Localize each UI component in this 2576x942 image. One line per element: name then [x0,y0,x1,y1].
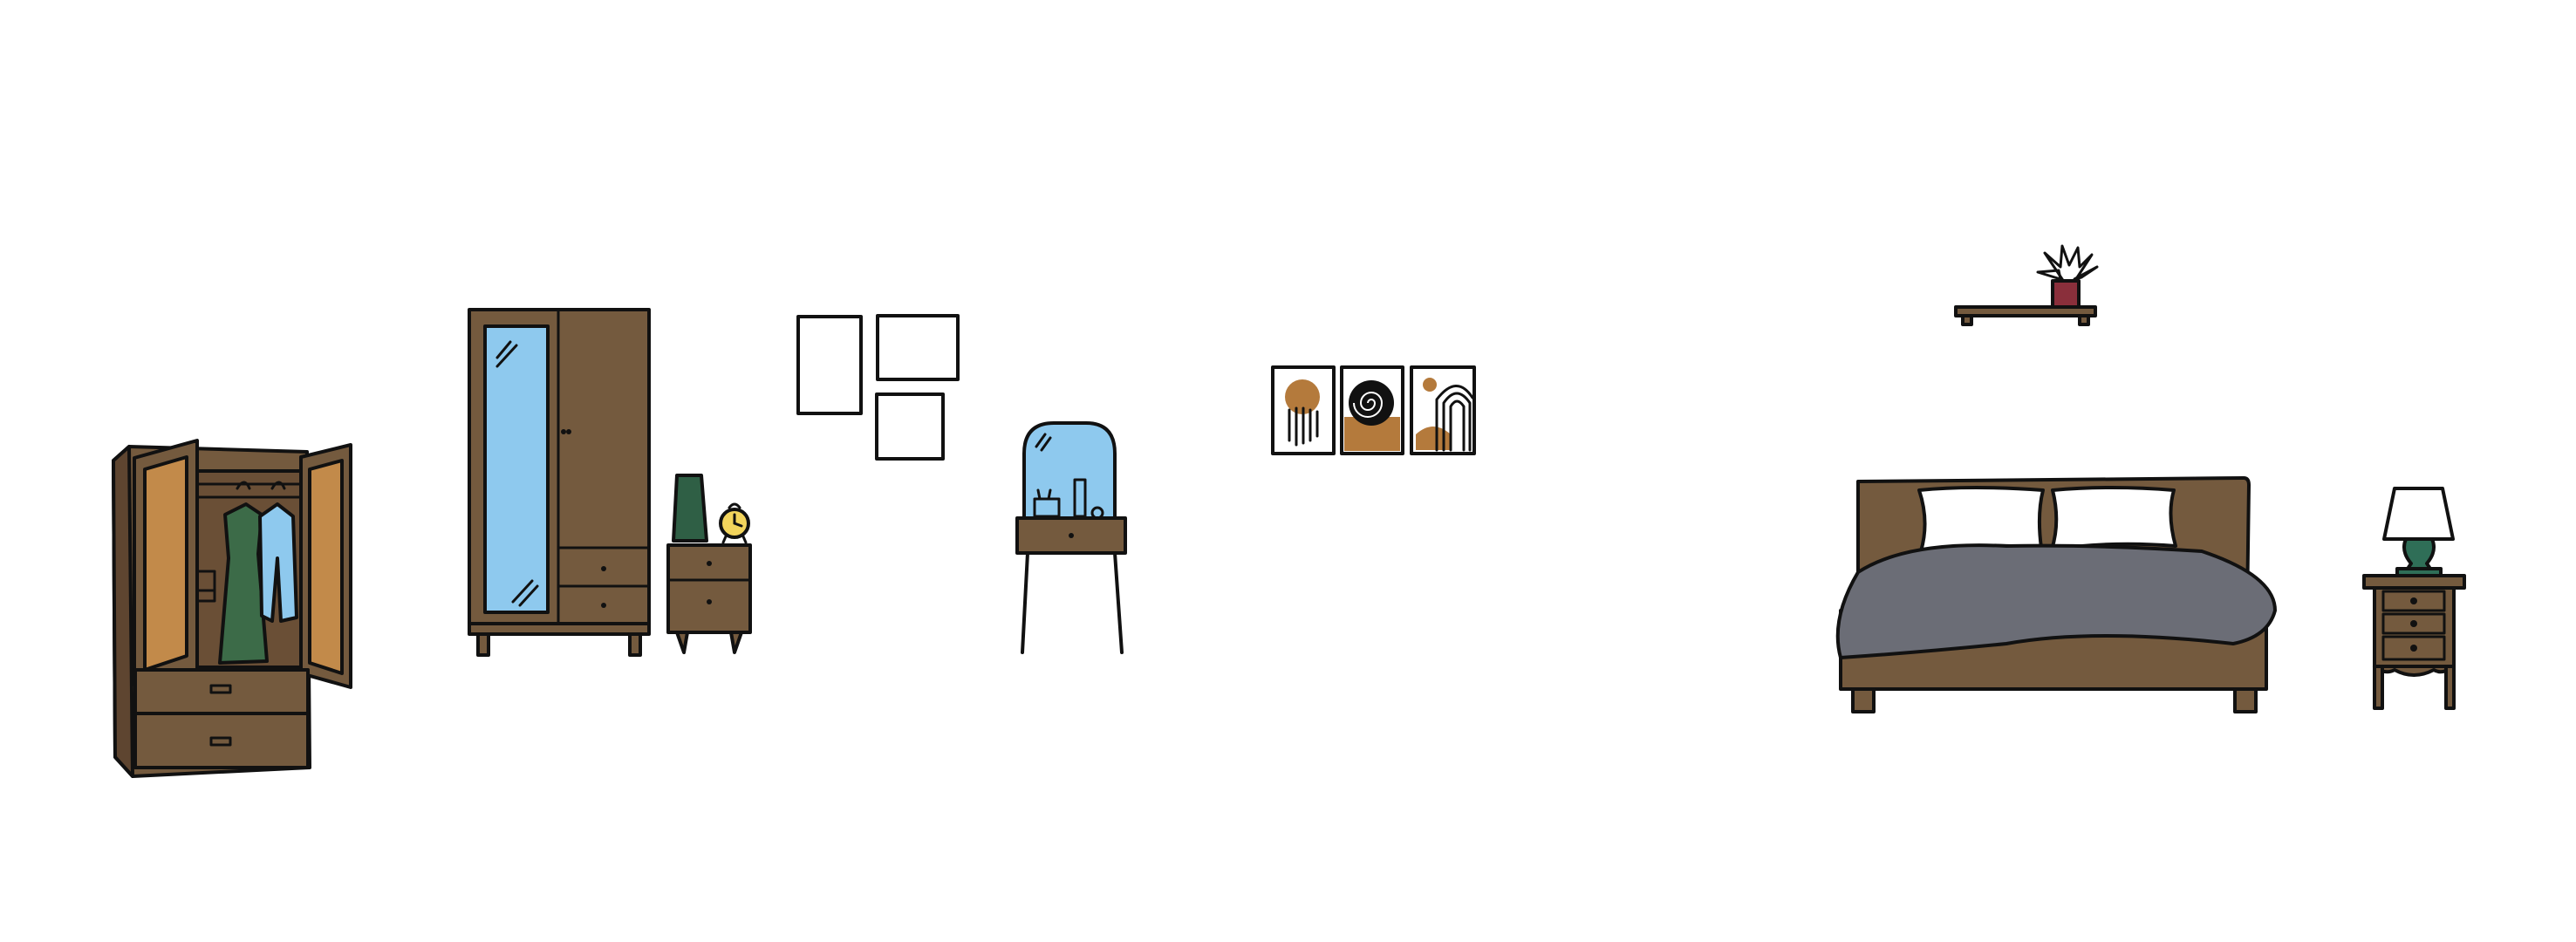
mirror-panel [483,324,550,614]
table-lamp-icon [2382,487,2455,577]
alarm-clock-icon [719,502,750,544]
pillow-right [2050,486,2177,551]
open-wardrobe [112,439,352,778]
bedroom-furniture-scene [112,244,2466,778]
frame-square [875,392,945,461]
frame-portrait [796,315,863,415]
double-bed [1835,476,2277,713]
pillow-left [1917,486,2045,553]
art-panel-right [1410,365,1476,455]
wall-shelf-with-plant [1954,244,2099,326]
frame-landscape [876,314,960,381]
empty-frames [796,314,960,461]
art-panel-left [1271,365,1336,455]
bedside-table-with-lamp [2362,487,2466,710]
abstract-art-triptych [1271,365,1476,455]
potted-plant-icon [2036,244,2099,309]
art-panel-center [1340,365,1404,455]
nightstand-with-clock [666,474,752,654]
vase-icon [672,474,708,543]
vanity-table [1015,421,1127,654]
mirror-wardrobe [468,308,651,657]
vanity-mirror [1022,421,1117,520]
